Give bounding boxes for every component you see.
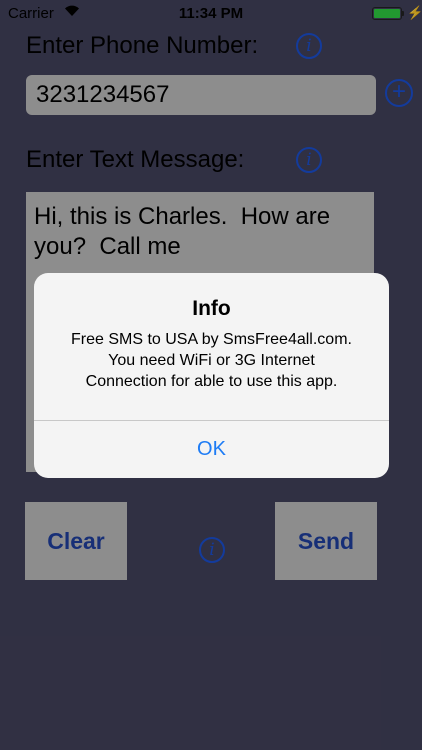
alert-message: Free SMS to USA by SmsFree4all.com. You … (71, 331, 352, 390)
alert-ok-button[interactable]: OK (34, 421, 389, 478)
alert-title: Info (192, 297, 231, 320)
info-alert: Info Free SMS to USA by SmsFree4all.com.… (34, 273, 389, 478)
